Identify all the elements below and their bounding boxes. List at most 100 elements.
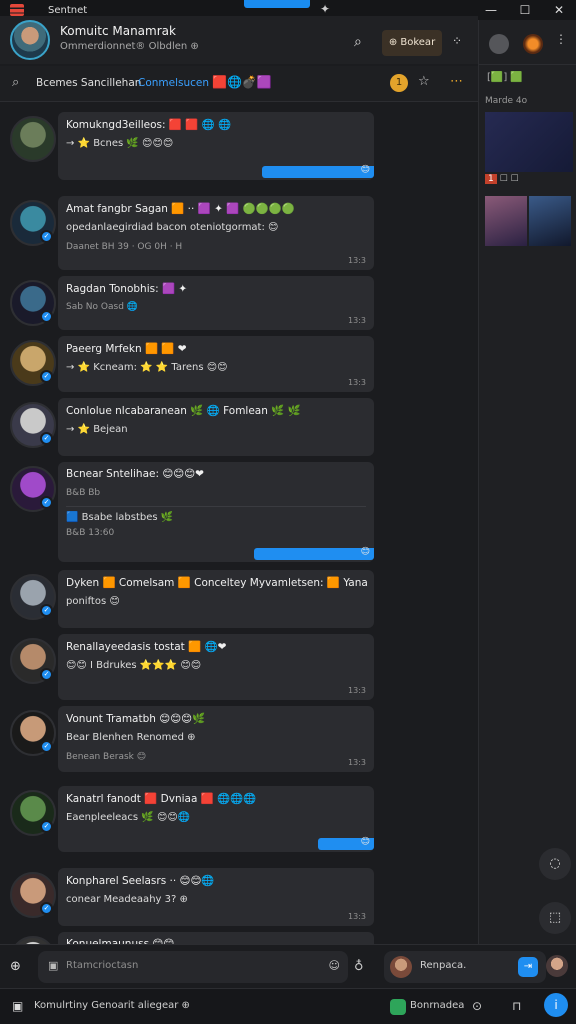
message-meta: B&B Bb [66,488,101,498]
verified-badge-icon: ✓ [40,820,53,833]
message-item[interactable]: ✓ Dyken 🟧 Comelsam 🟧 Conceltey Myvamletse… [0,570,478,628]
avatar[interactable] [10,116,56,162]
bookmark-icon[interactable]: ⊓ [512,999,521,1013]
message-card[interactable]: Conlolue nlcabaranean 🌿 🌐 Fomlean 🌿 🌿 → ⭐… [58,398,374,456]
reaction-icon: 😊 [360,165,370,175]
pin-icon[interactable]: ✦ [320,2,330,16]
channel-avatar[interactable] [10,20,50,60]
server-icon[interactable] [523,34,543,54]
mic-icon[interactable]: ♁ [354,959,364,974]
app-label[interactable]: Bonrnadea [410,1000,464,1011]
timestamp: 13:3 [348,378,366,387]
avatar[interactable] [10,936,56,944]
media-thumbnail[interactable] [485,196,527,246]
message-item[interactable]: ✓ Ragdan Tonobhis: 🟪 ✦ Sab No Oasd 🌐 13:3 [0,276,478,330]
verified-badge-icon: ✓ [40,740,53,753]
message-text: Eaenpleeleacs 🌿 😊😊🌐 [66,812,191,823]
more-icon[interactable]: ⋮ [555,32,567,46]
verified-badge-icon: ✓ [40,496,53,509]
info-button[interactable]: i [544,993,568,1017]
message-card[interactable]: Dyken 🟧 Comelsam 🟧 Conceltey Myvamletsen… [58,570,374,628]
verified-badge-icon: ✓ [40,902,53,915]
message-text: conear Meadeaahy 3? ⊕ [66,894,188,905]
message-card[interactable]: Komukngd3eilleos: 🟥 🟥 🌐 🌐 → ⭐ Bcnes 🌿 😊😊😊… [58,112,374,180]
window-controls: — ☐ ✕ [474,0,576,20]
filter-link[interactable]: Conmelsucen [138,77,209,89]
active-tab-indicator [244,0,310,8]
message-card[interactable]: Konpharel Seelasrs ·· 😊😊🌐 conear Meadeaah… [58,868,374,926]
sidebar-row: [🟩] 🟩 [487,72,523,83]
timestamp: 13:3 [348,316,366,325]
header-action-button[interactable]: ⊕ Bokear [382,30,442,56]
maximize-button[interactable]: ☐ [508,0,542,20]
message-meta: B&B 13:60 [66,528,115,538]
settings-icon[interactable]: ⊙ [472,999,482,1013]
message-item[interactable]: ✓ Conlolue nlcabaranean 🌿 🌐 Fomlean 🌿 🌿 → … [0,398,478,456]
avatar [390,956,412,978]
message-item[interactable]: ✓ Renallayeedasis tostat 🟧 🌐❤ 😊😊 I Bdrukes… [0,634,478,700]
message-sender-line: Paeerg Mrfekn 🟧 🟧 ❤ [66,343,187,355]
message-item[interactable]: ✓ Kanatrl fanodt 🟥 Dvniaa 🟥 🌐🌐🌐 Eaenpleele… [0,786,478,852]
message-item[interactable]: ✓ Amat fangbr Sagan 🟧 ·· 🟪 ✦ 🟪 🟢🟢🟢🟢 opedan… [0,196,478,270]
chat-fab-button[interactable]: ⬚ [539,902,571,934]
close-button[interactable]: ✕ [542,0,576,20]
search-icon[interactable]: ⌕ [12,75,19,90]
media-thumbnail[interactable] [485,112,573,172]
filter-bar: ⌕ Bcemes Sancillehan Conmelsucen 🟥🌐💣🟪 1 … [0,66,478,102]
composer-bar: ⊕ ▣ Rtamcrioctasn ☺ ♁ Renpaca. ⇥ [0,944,576,988]
message-text: opedanlaegirdiad bacon oteniotgormat: 😊 [66,222,279,233]
star-icon[interactable]: ☆ [418,74,430,89]
message-item[interactable]: ✓ Paeerg Mrfekn 🟧 🟧 ❤ → ⭐ Kcneam: ⭐ ⭐ Tare… [0,336,478,392]
filter-emojis: 🟥🌐💣🟪 [212,75,272,89]
message-card[interactable]: Konuelmaunuss 😊😊 [58,932,374,944]
channel-name: Komuitc Manamrak [60,24,176,38]
message-meta: Benean Berask 😊 [66,752,147,762]
window-icon[interactable]: ▣ [12,999,23,1013]
reply-box[interactable]: Renpaca. ⇥ [384,951,546,983]
message-sender-line: Kanatrl fanodt 🟥 Dvniaa 🟥 🌐🌐🌐 [66,793,257,805]
more-icon[interactable]: ⋯ [450,74,463,89]
message-item[interactable]: ✓ Konpharel Seelasrs ·· 😊😊🌐 conear Meadeaa… [0,868,478,926]
message-text: Bear Blenhen Renomed ⊕ [66,732,196,743]
minimize-button[interactable]: — [474,0,508,20]
send-button[interactable]: ⇥ [518,957,538,977]
message-item[interactable]: Komukngd3eilleos: 🟥 🟥 🌐 🌐 → ⭐ Bcnes 🌿 😊😊😊… [0,112,478,180]
coin-badge[interactable]: 1 [390,74,408,92]
verified-badge-icon: ✓ [40,370,53,383]
message-item[interactable]: ✓ Vonunt Tramatbh 😊😊😊🌿 Bear Blenhen Renome… [0,706,478,772]
app-icon[interactable] [390,999,406,1015]
message-item[interactable]: ✓Konuelmaunuss 😊😊 [0,932,478,944]
grid-icon[interactable]: ⁘ [452,34,462,48]
verified-badge-icon: ✓ [40,604,53,617]
add-icon[interactable]: ⊕ [10,959,21,974]
verified-badge-icon: ✓ [40,432,53,445]
message-input[interactable]: ▣ Rtamcrioctasn ☺ [38,951,348,983]
message-card[interactable]: Vonunt Tramatbh 😊😊😊🌿 Bear Blenhen Renomed… [58,706,374,772]
message-card[interactable]: Amat fangbr Sagan 🟧 ·· 🟪 ✦ 🟪 🟢🟢🟢🟢 opedanl… [58,196,374,270]
message-sender-line: Vonunt Tramatbh 😊😊😊🌿 [66,713,206,725]
message-feed: Komukngd3eilleos: 🟥 🟥 🌐 🌐 → ⭐ Bcnes 🌿 😊😊😊… [0,104,478,944]
message-card[interactable]: Renallayeedasis tostat 🟧 🌐❤ 😊😊 I Bdrukes … [58,634,374,700]
search-icon[interactable]: ⌕ [354,34,362,50]
profile-icon[interactable] [489,34,509,54]
message-text: poniftos 😊 [66,596,120,607]
thumbnail-tag: 1 [485,174,497,184]
message-sender-line: Ragdan Tonobhis: 🟪 ✦ [66,283,188,295]
sent-status-bar: 😊 [262,165,374,178]
message-text: → ⭐ Bcnes 🌿 😊😊😊 [66,138,174,149]
media-thumbnail[interactable] [529,196,571,246]
user-avatar[interactable] [546,955,568,977]
message-card[interactable]: Kanatrl fanodt 🟥 Dvniaa 🟥 🌐🌐🌐 Eaenpleelea… [58,786,374,852]
refresh-button[interactable]: ◌ [539,848,571,880]
message-card[interactable]: Ragdan Tonobhis: 🟪 ✦ Sab No Oasd 🌐 13:3 [58,276,374,330]
message-card[interactable]: Bcnear Sntelihae: 😊😊😊❤ B&B Bb 🟦 Bsabe labs… [58,462,374,562]
message-card[interactable]: Paeerg Mrfekn 🟧 🟧 ❤ → ⭐ Kcneam: ⭐ ⭐ Taren… [58,336,374,392]
message-text: 😊😊 I Bdrukes ⭐⭐⭐ 😊😊 [66,660,202,671]
message-text: → ⭐ Bejean [66,424,128,435]
reaction-icon: 😊 [360,837,370,847]
message-meta: Daanet BH 39 · OG 0H · H [66,242,183,252]
message-item[interactable]: ✓ Bcnear Sntelihae: 😊😊😊❤ B&B Bb 🟦 Bsabe lab… [0,462,478,562]
emoji-icon[interactable]: ☺ [329,959,340,972]
right-sidebar: ⋮ [🟩] 🟩 Marde 4o 1 ☐ ☐ ◌ ⬚ [478,20,576,944]
attach-icon[interactable]: ▣ [48,959,58,972]
